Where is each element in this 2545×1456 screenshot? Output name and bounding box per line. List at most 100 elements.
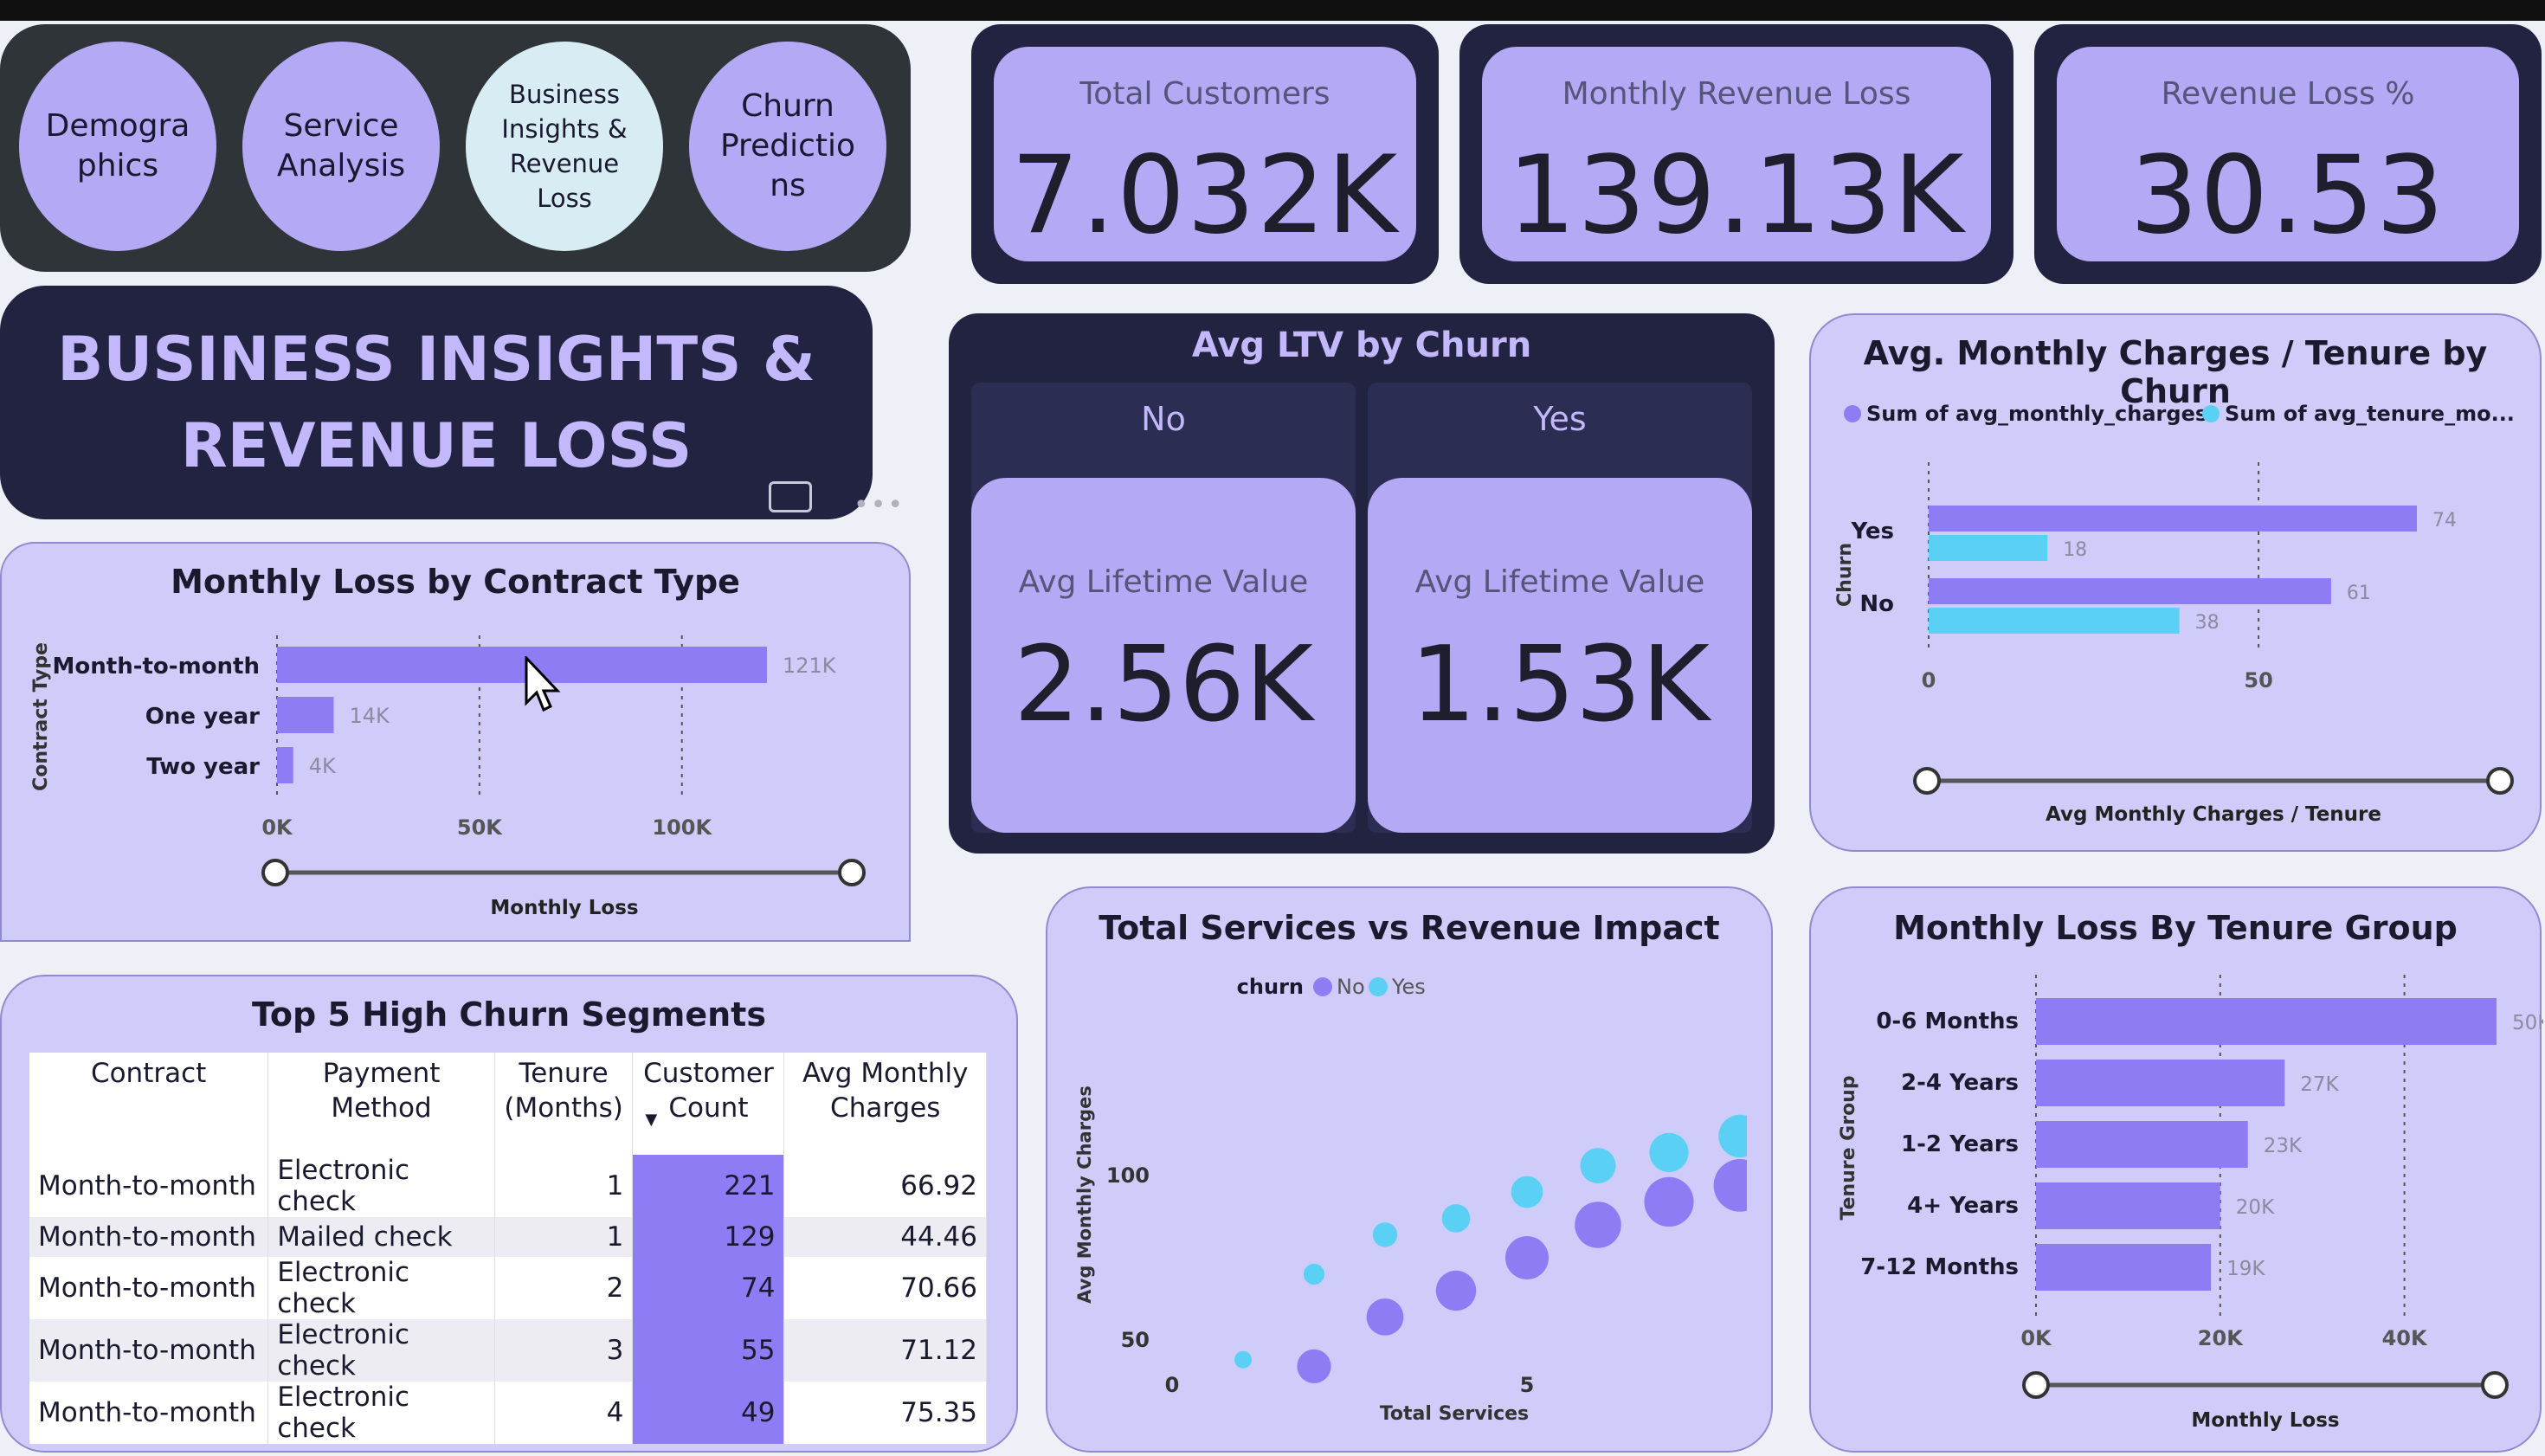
charges-chart-svg: Sum of avg_monthly_charges Sum of avg_ten…: [1834, 402, 2515, 826]
table-row[interactable]: Month-to-month Electronic check 3 55 71.…: [29, 1319, 987, 1382]
legend-label: Yes: [1391, 975, 1426, 999]
y-category-label: Yes: [1850, 519, 1894, 544]
column-header-payment-method[interactable]: Payment Method: [267, 1053, 495, 1139]
y-category-label: 4+ Years: [1907, 1193, 2019, 1219]
range-slider-handle-end[interactable]: [2486, 767, 2514, 795]
table-row[interactable]: Month-to-month Electronic check 4 49 75.…: [29, 1382, 987, 1444]
cell-payment-method: Electronic check: [267, 1155, 495, 1217]
range-slider-handle-start[interactable]: [261, 859, 289, 886]
cell-contract: Month-to-month: [29, 1155, 269, 1217]
kpi-label: Total Customers: [1079, 76, 1330, 112]
plot-area: [1158, 1114, 1747, 1429]
ltv-card: Avg Lifetime Value 1.53K: [1368, 478, 1752, 833]
nav-label: Service Analysis: [276, 108, 406, 184]
x-tick-label: 0: [1165, 1373, 1180, 1397]
cell-payment-method: Electronic check: [267, 1382, 495, 1444]
data-label: 38: [2195, 612, 2220, 634]
nav-service-analysis-button[interactable]: Service Analysis: [242, 42, 440, 251]
scatter-point: [1718, 1114, 1747, 1158]
data-label: 23K: [2264, 1135, 2303, 1157]
x-tick-label: 50K: [457, 815, 503, 840]
scatter-point: [1580, 1148, 1616, 1184]
kpi-value: 30.53: [2129, 133, 2446, 258]
cell-payment-method: Electronic check: [267, 1319, 495, 1382]
bar: [1929, 506, 2417, 532]
services-chart-svg: churn No Yes 50 100 0 5 Avg Monthly Charges Tota…: [1074, 975, 1747, 1429]
bar: [1929, 578, 2331, 604]
cell-contract: Month-to-month: [29, 1217, 269, 1257]
data-label: 50K: [2512, 1012, 2543, 1034]
column-header-avg-monthly-charges[interactable]: Avg Monthly Charges: [783, 1053, 987, 1139]
bar: [277, 697, 334, 733]
column-header-customer-count[interactable]: Customer Count ▼: [632, 1053, 785, 1139]
cell-payment-method: Mailed check: [267, 1217, 495, 1257]
cell-tenure: 1: [494, 1155, 634, 1217]
mouse-cursor-icon: [525, 656, 561, 712]
contract-chart-svg: 0K 50K 100K Month-to-month 121K One year 14K Tw…: [30, 635, 866, 919]
y-category-label: 1-2 Years: [1901, 1131, 2019, 1157]
cell-customer-count: 129: [632, 1217, 785, 1257]
data-label: 74: [2432, 510, 2457, 532]
legend-title: churn: [1237, 975, 1304, 999]
x-tick-label: 0: [1922, 668, 1936, 693]
ltv-label: Avg Lifetime Value: [1018, 564, 1309, 600]
kpi-value: 139.13K: [1507, 133, 1966, 258]
ltv-title: Avg LTV by Churn: [1191, 325, 1532, 365]
kpi-label: Monthly Revenue Loss: [1562, 76, 1911, 112]
ltv-column-header: Yes: [1533, 400, 1587, 438]
avg-ltv-panel: Avg LTV by Churn No Avg Lifetime Value 2…: [949, 313, 1775, 854]
cell-avg-monthly-charges: 70.66: [783, 1257, 987, 1319]
ltv-value: 1.53K: [1410, 625, 1710, 745]
scatter-point: [1505, 1236, 1549, 1279]
kpi-card: Monthly Revenue Loss 139.13K: [1482, 47, 1991, 261]
legend-label: Sum of avg_monthly_charges: [1866, 402, 2207, 426]
cell-avg-monthly-charges: 66.92: [783, 1155, 987, 1217]
range-slider-handle-start[interactable]: [1913, 767, 1941, 795]
x-axis-label: Avg Monthly Charges / Tenure: [2046, 803, 2381, 826]
nav-label: Business Insights & Revenue Loss: [501, 80, 628, 213]
bar: [2036, 1060, 2285, 1106]
bar: [2036, 998, 2497, 1045]
x-tick-label: 0K: [2020, 1326, 2052, 1350]
y-category-label: Month-to-month: [53, 654, 260, 680]
scatter-point: [1303, 1263, 1325, 1285]
table-row[interactable]: Month-to-month Mailed check 1 129 44.46: [29, 1217, 987, 1257]
more-options-icon[interactable]: •••: [854, 490, 905, 520]
page-navigator: Demogra phics Service Analysis Business …: [0, 24, 911, 272]
ltv-column-header: No: [1141, 400, 1186, 438]
bar: [1929, 608, 2180, 634]
kpi-label: Revenue Loss %: [2161, 76, 2415, 112]
cell-tenure: 3: [494, 1319, 634, 1382]
range-slider-handle-end[interactable]: [2481, 1371, 2509, 1399]
nav-churn-predictions-button[interactable]: Churn Predictio ns: [689, 42, 886, 251]
table-row[interactable]: Month-to-month Electronic check 1 221 66…: [29, 1155, 987, 1217]
cell-avg-monthly-charges: 75.35: [783, 1382, 987, 1444]
scatter-point: [1649, 1132, 1689, 1172]
kpi-monthly-revenue-loss: Monthly Revenue Loss 139.13K: [1459, 24, 2013, 284]
data-label: 14K: [349, 704, 390, 728]
legend-label: No: [1337, 975, 1365, 999]
kpi-card: Total Customers 7.032K: [994, 47, 1416, 261]
kpi-total-customers: Total Customers 7.032K: [971, 24, 1439, 284]
cell-avg-monthly-charges: 44.46: [783, 1217, 987, 1257]
y-axis-label: Tenure Group: [1838, 1075, 1859, 1220]
nav-business-insights-button[interactable]: Business Insights & Revenue Loss: [466, 42, 663, 251]
nav-demographics-button[interactable]: Demogra phics: [19, 42, 216, 251]
services-revenue-chart: Total Services vs Revenue Impact churn No…: [1046, 886, 1773, 1453]
bar: [2036, 1244, 2212, 1291]
legend-swatch-charges: [1844, 405, 1861, 422]
column-header-contract[interactable]: Contract: [29, 1053, 269, 1139]
range-slider-handle-end[interactable]: [838, 859, 866, 886]
column-header-tenure[interactable]: Tenure (Months): [494, 1053, 634, 1139]
range-slider-handle-start[interactable]: [2022, 1371, 2050, 1399]
cell-contract: Month-to-month: [29, 1319, 269, 1382]
legend-swatch-tenure: [2202, 405, 2220, 422]
focus-mode-icon[interactable]: [769, 481, 812, 512]
scatter-point: [1158, 1401, 1186, 1429]
page-title-line1: BUSINESS INSIGHTS &: [57, 324, 815, 395]
table-row[interactable]: Month-to-month Electronic check 2 74 70.…: [29, 1257, 987, 1319]
x-tick-label: 5: [1520, 1373, 1535, 1397]
nav-label: Demogra phics: [45, 108, 190, 184]
tenure-loss-chart: Monthly Loss By Tenure Group 0K 20K 40K 0-6…: [1809, 886, 2543, 1453]
scatter-point: [1644, 1176, 1694, 1227]
